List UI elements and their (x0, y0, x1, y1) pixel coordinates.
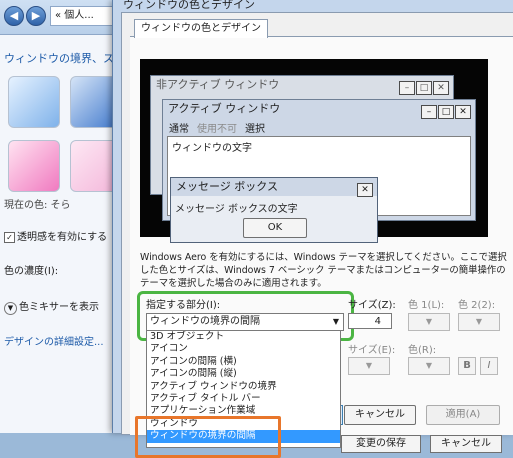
chevron-down-icon: ▼ (475, 317, 483, 326)
forward-icon[interactable]: ▶ (26, 6, 46, 26)
intensity-label: 色の濃度(I): (4, 266, 59, 277)
font-size-label: サイズ(E): (348, 345, 396, 356)
italic-button[interactable]: I (480, 357, 498, 375)
address-bar[interactable]: « 個人... (50, 6, 118, 26)
back-icon[interactable]: ◀ (4, 6, 24, 26)
color-swatch-sky[interactable] (8, 76, 60, 128)
close-icon: ✕ (357, 183, 373, 197)
dropdown-option[interactable]: アクティブ ウィンドウの境界 (147, 381, 340, 393)
window-text: ウィンドウの文字 (172, 143, 252, 154)
menu-item-selected[interactable]: 選択 (245, 124, 265, 135)
font-color-label: 色(R): (408, 345, 437, 356)
active-title-text: アクティブ ウィンドウ (168, 102, 281, 115)
dropdown-option[interactable]: アイコンの間隔 (縦) (147, 368, 340, 380)
current-color-label: 現在の色: そら (4, 200, 71, 211)
minimize-icon: – (421, 105, 437, 119)
dropdown-option[interactable]: アイコン (147, 343, 340, 355)
mixer-label: 色ミキサーを表示 (19, 302, 99, 313)
apply-button[interactable]: 適用(A) (426, 405, 500, 425)
maximize-icon: □ (416, 81, 432, 95)
transparency-checkbox[interactable]: ✓ 透明感を有効にする (4, 228, 107, 243)
dialog-title: ウィンドウの色とデザイン (123, 0, 255, 11)
bottom-cancel-button[interactable]: キャンセル (430, 435, 502, 453)
advanced-settings-link[interactable]: デザインの詳細設定... (4, 333, 104, 348)
page-heading: ウィンドウの境界、ス (4, 52, 114, 65)
dropdown-option[interactable]: アイコンの間隔 (横) (147, 356, 340, 368)
message-box-text: メッセージ ボックスの文字 (175, 204, 298, 215)
active-window-title[interactable]: アクティブ ウィンドウ – □ ✕ (163, 100, 475, 119)
color1-picker[interactable]: ▼ (408, 313, 450, 331)
chevron-down-icon: ▼ (425, 317, 433, 326)
size-label: サイズ(Z): (348, 300, 396, 311)
inactive-window-title[interactable]: 非アクティブ ウィンドウ – □ ✕ (151, 76, 453, 95)
menu-item-disabled[interactable]: 使用不可 (197, 124, 237, 135)
dropdown-option[interactable]: 3D オブジェクト (147, 331, 340, 343)
color-swatch-pink[interactable] (8, 140, 60, 192)
close-icon: ✕ (433, 81, 449, 95)
message-box-title[interactable]: メッセージ ボックス ✕ (171, 178, 377, 197)
info-text: Windows Aero を有効にするには、Windows テーマを選択してくだ… (140, 252, 507, 289)
dialog-body: ウィンドウの色とデザイン 非アクティブ ウィンドウ – □ ✕ アクティブ ウィンド… (121, 12, 513, 458)
preview-area[interactable]: 非アクティブ ウィンドウ – □ ✕ アクティブ ウィンドウ – □ ✕ 通常 使用不可選… (140, 59, 488, 243)
maximize-icon: □ (438, 105, 454, 119)
bold-button[interactable]: B (458, 357, 476, 375)
size-spinner[interactable]: 4 (348, 313, 392, 329)
preview-ok-button[interactable]: OK (243, 218, 307, 238)
chevron-down-icon[interactable]: ▼ (4, 302, 17, 315)
message-box-preview[interactable]: メッセージ ボックス ✕ メッセージ ボックスの文字 OK (170, 177, 378, 243)
font-color-picker[interactable]: ▼ (408, 357, 450, 375)
color2-label: 色 2(2): (458, 300, 496, 311)
menu-item-normal[interactable]: 通常 (169, 124, 189, 135)
chevron-down-icon: ▼ (425, 361, 433, 370)
color1-label: 色 1(L): (408, 300, 445, 311)
dropdown-option[interactable]: アクティブ タイトル バー (147, 393, 340, 405)
color2-picker[interactable]: ▼ (458, 313, 500, 331)
color-mixer-toggle[interactable]: ▼ 色ミキサーを表示 (4, 298, 99, 315)
preview-menubar[interactable]: 通常 使用不可 選択 (169, 120, 273, 135)
checkbox-checked-icon[interactable]: ✓ (4, 231, 15, 243)
transparency-label: 透明感を有効にする (17, 232, 108, 243)
window-color-dialog: ウィンドウの色とデザイン ウィンドウの色とデザイン 非アクティブ ウィンドウ –… (112, 0, 513, 458)
save-changes-button[interactable]: 変更の保存 (341, 435, 421, 453)
inactive-title-text: 非アクティブ ウィンドウ (156, 78, 280, 91)
tab-window-color[interactable]: ウィンドウの色とデザイン (134, 19, 268, 38)
chevron-down-icon: ▼ (365, 361, 373, 370)
orange-highlight-annotation (135, 416, 281, 458)
font-size-select[interactable]: ▼ (348, 357, 390, 375)
minimize-icon: – (399, 81, 415, 95)
cancel-button[interactable]: キャンセル (344, 405, 416, 425)
close-icon: ✕ (455, 105, 471, 119)
msgbox-title-text: メッセージ ボックス (176, 180, 278, 193)
